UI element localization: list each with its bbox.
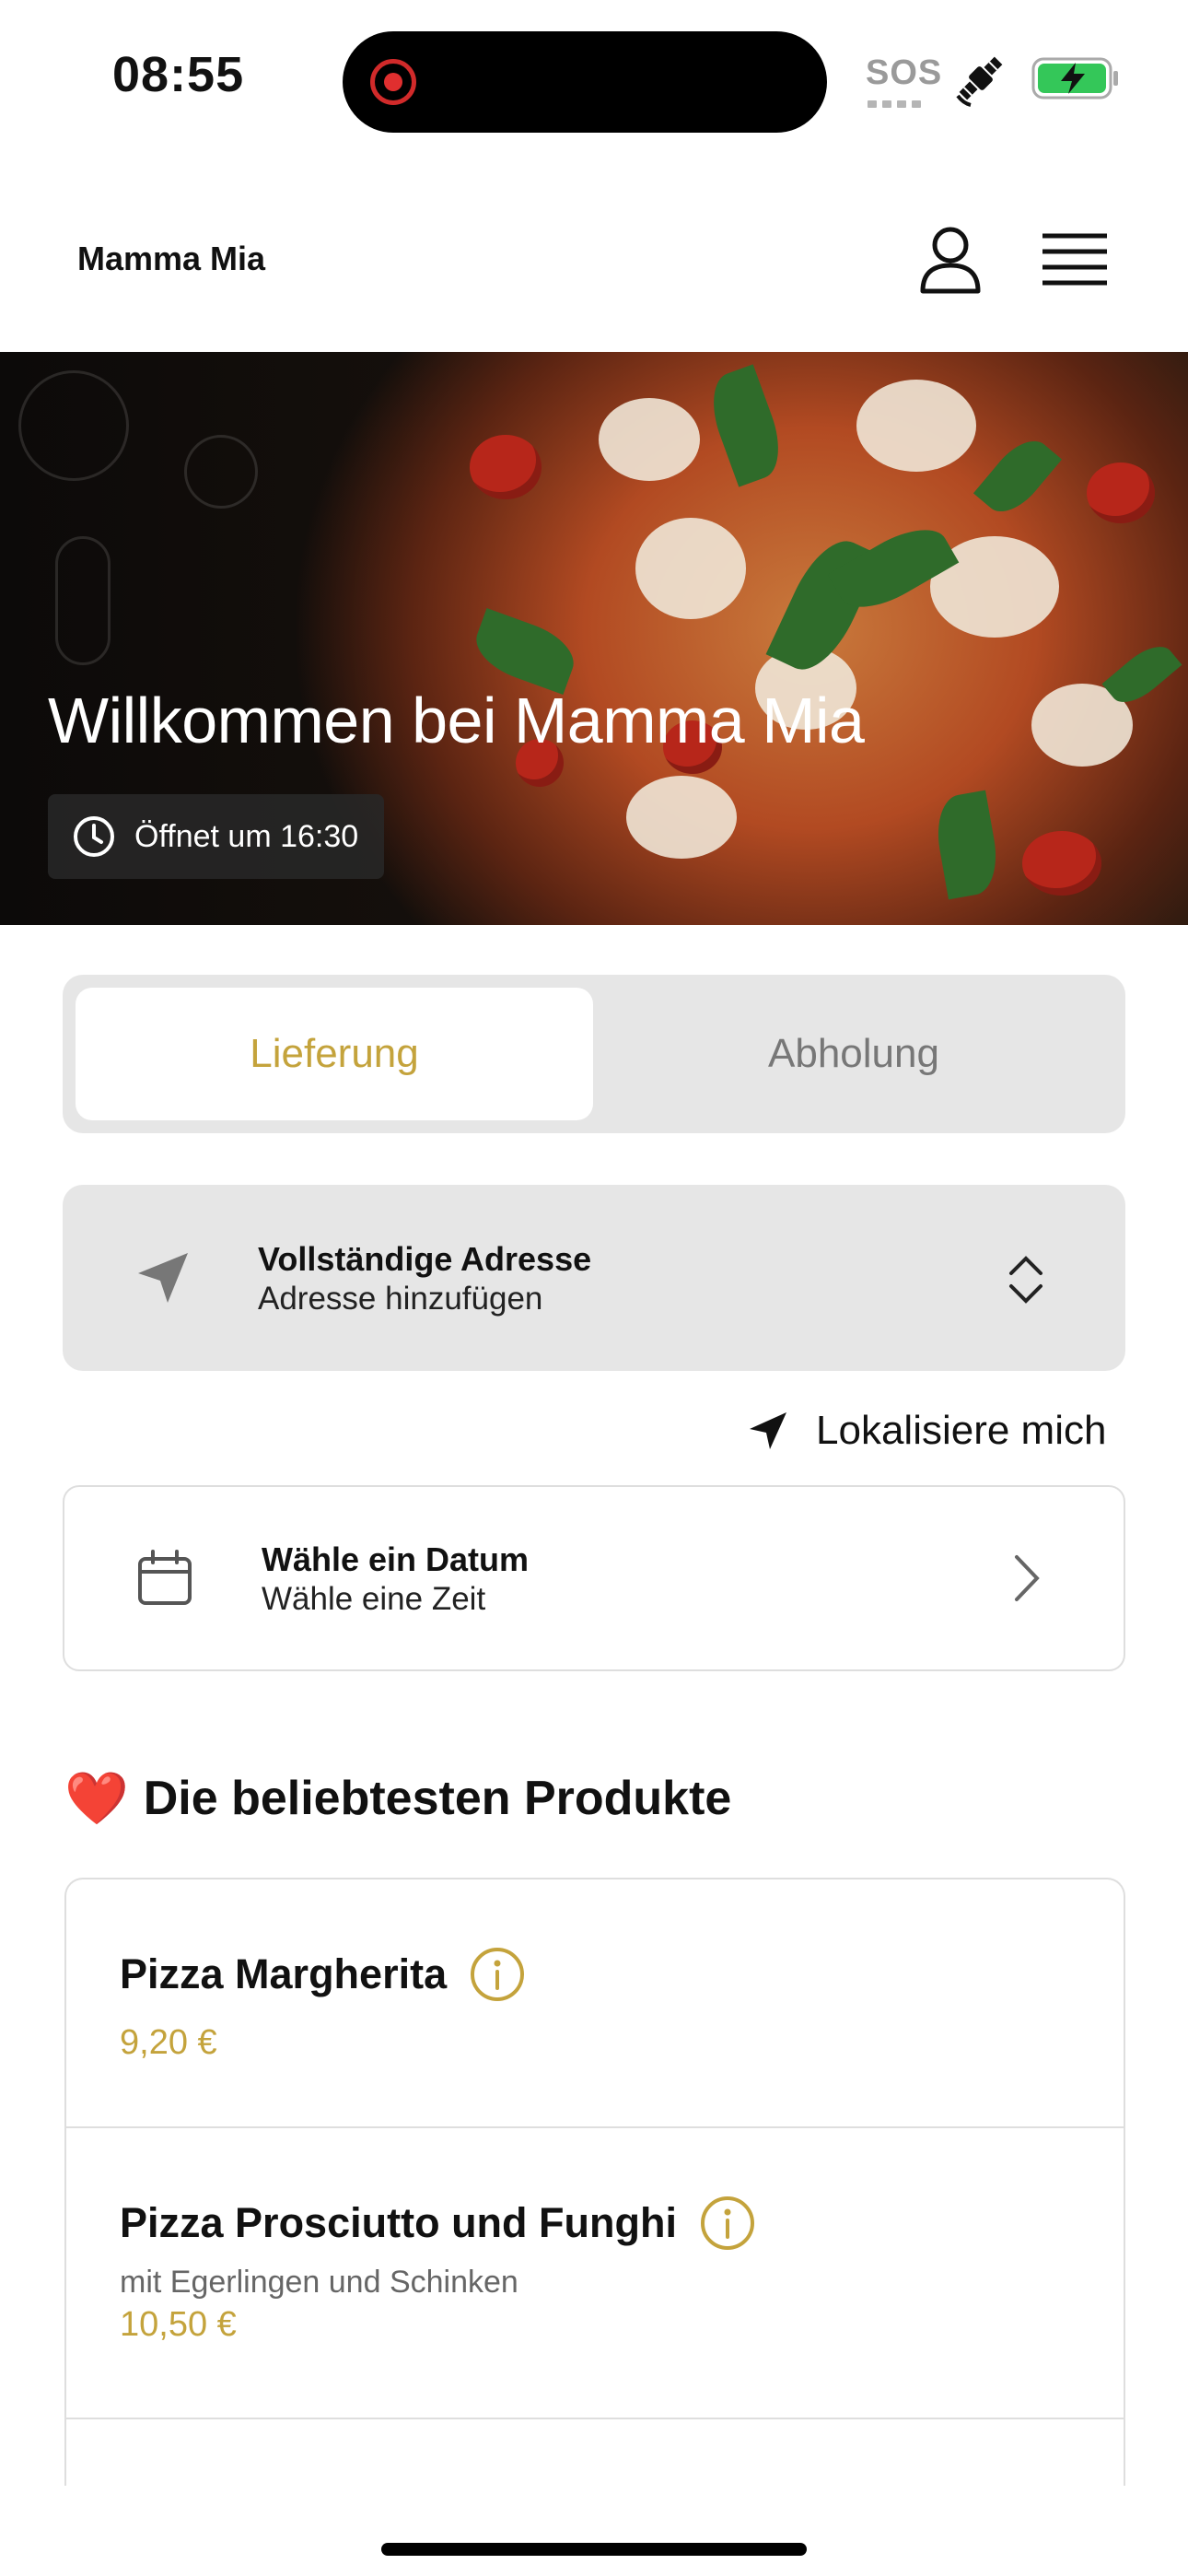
product-item[interactable]: Pizza Margherita 9,20 € <box>66 1879 1124 2128</box>
dynamic-island <box>343 31 827 133</box>
time-subtitle: Wähle eine Zeit <box>262 1581 486 1617</box>
decorative-doodle <box>184 435 258 509</box>
product-description: mit Egerlingen und Schinken <box>120 2265 518 2300</box>
satellite-icon <box>956 56 1003 107</box>
clock-icon <box>74 816 114 857</box>
locate-me-button[interactable]: Lokalisiere mich <box>748 1399 1106 1463</box>
opening-hours-badge: Öffnet um 16:30 <box>48 794 385 879</box>
date-title: Wähle ein Datum <box>262 1540 530 1578</box>
decorative-doodle <box>55 536 111 665</box>
product-name: Pizza Prosciutto und Funghi <box>120 2199 677 2246</box>
info-icon[interactable] <box>469 1946 526 2003</box>
chevron-right-icon <box>1015 1555 1040 1601</box>
recording-indicator-icon <box>370 59 416 105</box>
date-time-selector[interactable]: Wähle ein Datum Wähle eine Zeit <box>63 1485 1125 1671</box>
heart-icon: ❤️ <box>64 1769 129 1827</box>
home-indicator[interactable] <box>381 2543 807 2556</box>
product-item[interactable]: Pizza Prosciutto und Funghi mit Egerling… <box>66 2128 1124 2419</box>
product-price: 9,20 € <box>120 2023 217 2062</box>
brand-name[interactable]: Mamma Mia <box>77 240 265 278</box>
tab-delivery[interactable]: Lieferung <box>76 988 593 1120</box>
chevron-up-down-icon <box>1009 1256 1042 1304</box>
location-arrow-icon <box>138 1253 188 1303</box>
popular-products-title: Die beliebtesten Produkte <box>143 1772 732 1825</box>
hamburger-menu-icon[interactable] <box>1039 227 1111 291</box>
pizza-image <box>599 398 700 481</box>
signal-dots-icon <box>868 96 932 108</box>
popular-products-heading: ❤️ Die beliebtesten Produkte <box>64 1762 731 1835</box>
opening-hours-text: Öffnet um 16:30 <box>134 818 359 854</box>
address-subtitle: Adresse hinzufügen <box>258 1281 543 1317</box>
product-price: 10,50 € <box>120 2305 237 2344</box>
battery-charging-icon <box>1031 57 1118 100</box>
calendar-icon <box>138 1550 192 1605</box>
product-name: Pizza Margherita <box>120 1950 448 1997</box>
status-bar: 08:55 SOS <box>0 0 1188 157</box>
user-icon[interactable] <box>914 223 987 297</box>
sos-label: SOS <box>866 53 943 92</box>
address-title: Vollständige Adresse <box>258 1240 592 1278</box>
locate-me-label: Lokalisiere mich <box>816 1408 1107 1453</box>
hero-banner: Willkommen bei Mamma Mia Öffnet um 16:30 <box>0 352 1188 925</box>
status-time: 08:55 <box>112 47 245 102</box>
navigation-arrow-icon <box>750 1412 786 1449</box>
hero-title: Willkommen bei Mamma Mia <box>48 685 865 756</box>
app-header: Mamma Mia <box>0 175 1188 352</box>
decorative-doodle <box>18 370 129 481</box>
address-selector[interactable]: Vollständige Adresse Adresse hinzufügen <box>63 1185 1125 1371</box>
tab-pickup[interactable]: Abholung <box>595 988 1112 1120</box>
product-list: Pizza Margherita 9,20 € Pizza Prosciutto… <box>64 1878 1125 2486</box>
info-icon[interactable] <box>699 2195 756 2252</box>
order-mode-toggle: Lieferung Abholung <box>63 975 1125 1133</box>
